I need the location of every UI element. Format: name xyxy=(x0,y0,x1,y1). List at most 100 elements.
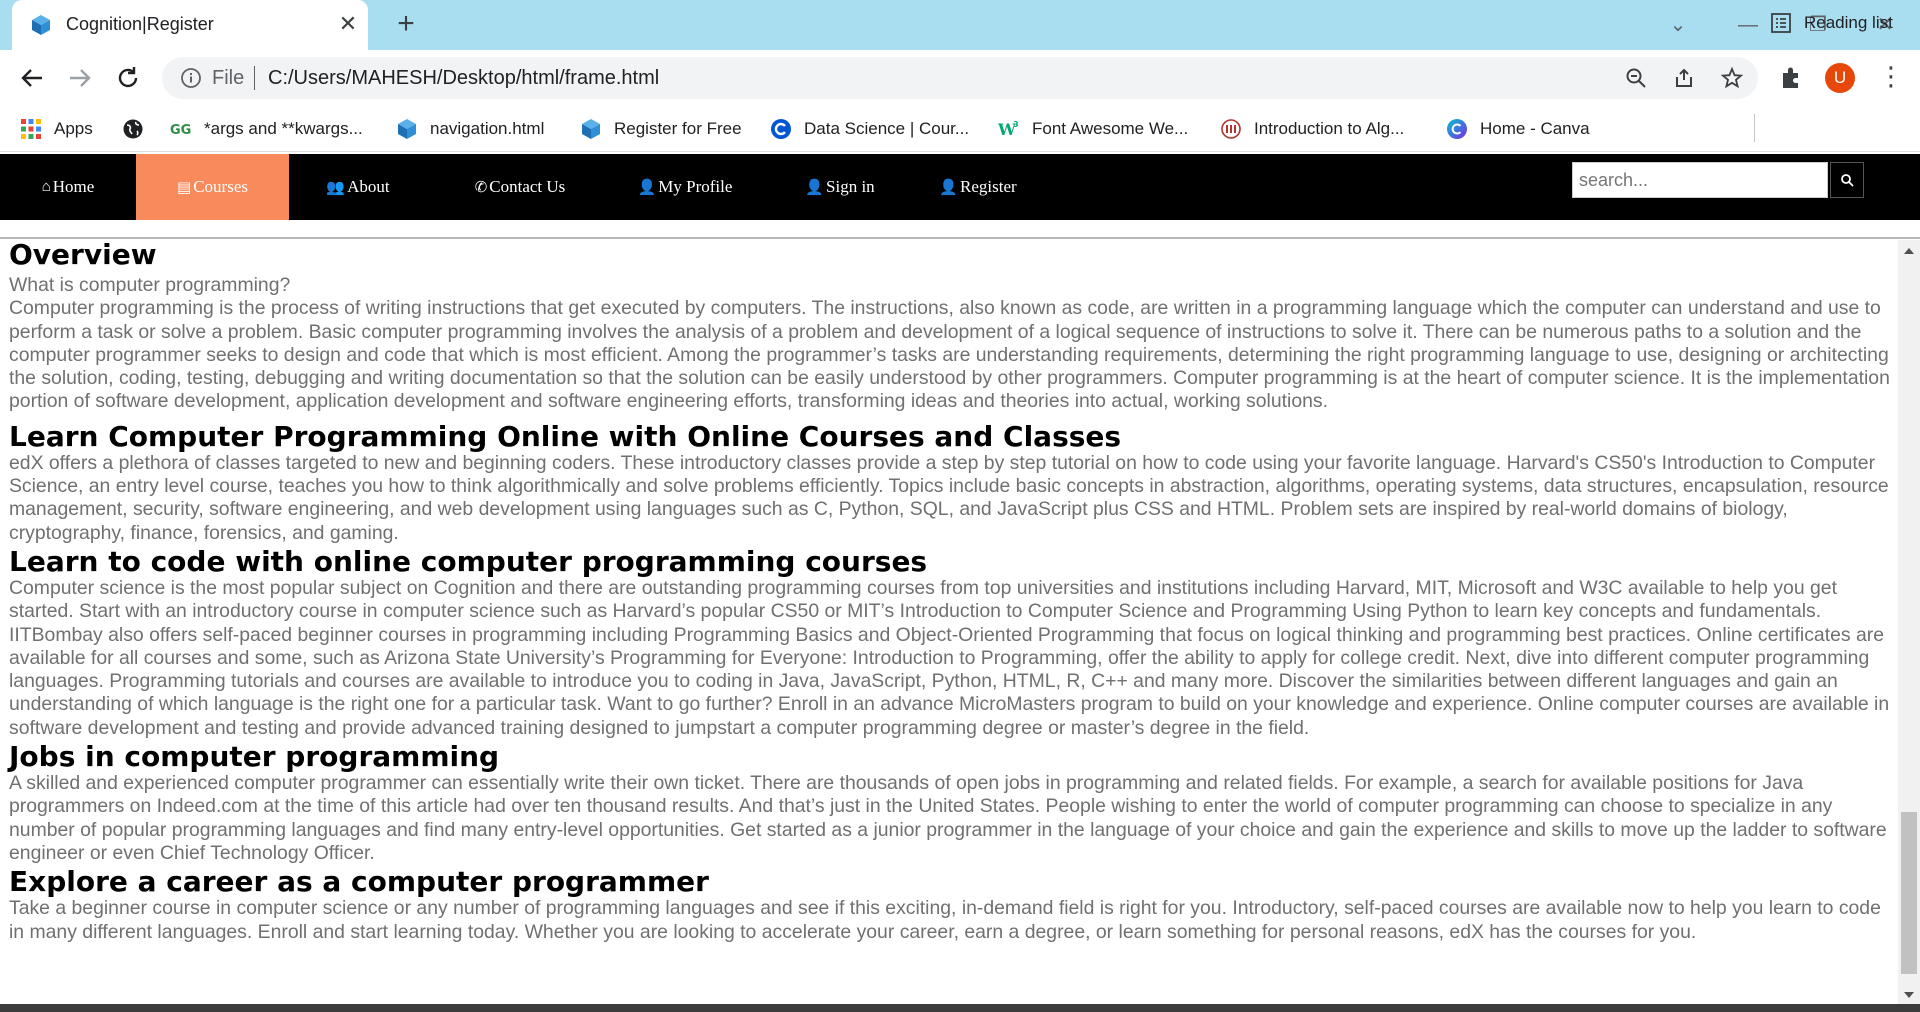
browser-menu-icon[interactable]: ⋮ xyxy=(1878,62,1904,94)
bookmark-navigation[interactable]: navigation.html xyxy=(396,114,544,144)
tab-search-icon[interactable]: ⌄ xyxy=(1663,10,1693,40)
nav-contact-label: Contact Us xyxy=(489,177,566,196)
share-icon[interactable] xyxy=(1672,66,1696,90)
bookmark-data-science[interactable]: Data Science | Cour... xyxy=(770,114,969,144)
nav-about[interactable]: 👥 About xyxy=(308,154,408,220)
section-heading: Learn Computer Programming Online with O… xyxy=(9,419,1122,453)
bookmark-label: *args and **kwargs... xyxy=(204,119,363,138)
overview-heading: Overview xyxy=(9,240,157,271)
overview-question: What is computer programming? xyxy=(9,274,291,296)
user-icon: 👤 xyxy=(939,179,959,196)
svg-text:GG: GG xyxy=(170,123,191,138)
arrow-left-icon xyxy=(21,69,42,87)
bookmark-register[interactable]: Register for Free xyxy=(580,114,742,144)
globe-icon xyxy=(122,118,144,140)
course-content: Overview What is computer programming? C… xyxy=(0,240,1898,1004)
url-text[interactable]: C:/Users/MAHESH/Desktop/html/frame.html xyxy=(268,67,659,90)
nav-register[interactable]: 👤 Register xyxy=(928,154,1028,220)
user-plus-icon: 👤 xyxy=(805,179,825,196)
bookmark-globe[interactable] xyxy=(122,114,156,144)
scroll-up-arrow[interactable] xyxy=(1904,248,1914,254)
bookmark-label: Apps xyxy=(54,119,93,138)
reload-button[interactable] xyxy=(110,60,146,96)
browser-toolbar: File C:/Users/MAHESH/Desktop/html/frame.… xyxy=(0,50,1920,106)
scroll-thumb[interactable] xyxy=(1901,812,1917,974)
new-tab-button[interactable]: + xyxy=(390,9,422,41)
w3schools-icon: W3 xyxy=(997,118,1020,140)
bookmark-label: navigation.html xyxy=(430,119,545,138)
nav-contact[interactable]: ✆ Contact Us xyxy=(450,154,590,220)
canva-icon xyxy=(1446,118,1468,140)
profile-avatar[interactable]: U xyxy=(1825,63,1855,93)
bookmark-apps[interactable]: Apps xyxy=(20,114,93,144)
nav-about-label: About xyxy=(347,177,390,196)
cube-icon xyxy=(580,118,602,140)
section-heading: Explore a career as a computer programme… xyxy=(9,865,709,899)
section-heading: Jobs in computer programming xyxy=(9,740,500,774)
star-icon[interactable] xyxy=(1720,66,1744,90)
taskbar-edge xyxy=(0,1004,1920,1012)
bookmark-args-kwargs[interactable]: GG *args and **kwargs... xyxy=(170,114,363,144)
info-icon[interactable] xyxy=(180,67,202,89)
home-icon: ⌂ xyxy=(41,178,51,195)
search-input[interactable] xyxy=(1572,162,1828,198)
bookmarks-divider xyxy=(1754,114,1755,142)
nav-home[interactable]: ⌂ Home xyxy=(18,154,118,220)
tab-strip: Cognition|Register ✕ + ⌄ — ❐ ✕ xyxy=(0,0,1920,51)
nav-courses[interactable]: ▤ Courses xyxy=(136,154,289,220)
close-tab-icon[interactable]: ✕ xyxy=(336,12,360,36)
browser-tab[interactable]: Cognition|Register ✕ xyxy=(12,0,368,51)
svg-text:3: 3 xyxy=(1013,120,1019,129)
scroll-down-arrow[interactable] xyxy=(1904,992,1914,998)
reading-list-button[interactable]: Reading list xyxy=(1770,8,1893,38)
page-scrollbar[interactable] xyxy=(1898,240,1920,1004)
nav-register-label: Register xyxy=(960,177,1017,196)
zoom-icon[interactable] xyxy=(1624,66,1648,90)
bookmark-label: Font Awesome We... xyxy=(1032,119,1189,138)
bookmark-label: Data Science | Cour... xyxy=(804,119,970,138)
bookmark-label: Home - Canva xyxy=(1480,119,1590,138)
cube-icon xyxy=(30,14,52,36)
bookmark-label: Introduction to Alg... xyxy=(1254,119,1405,138)
extensions-icon[interactable] xyxy=(1777,64,1805,92)
overview-paragraph: Computer programming is the process of w… xyxy=(9,297,1890,413)
header-divider xyxy=(0,237,1920,239)
reading-list-label: Reading list xyxy=(1804,13,1893,32)
users-icon: 👥 xyxy=(326,179,346,196)
cube-icon xyxy=(396,118,418,140)
nav-my-profile[interactable]: 👤 My Profile xyxy=(615,154,755,220)
address-bar[interactable]: File C:/Users/MAHESH/Desktop/html/frame.… xyxy=(162,57,1758,99)
section-paragraph: Take a beginner course in computer scien… xyxy=(9,897,1881,943)
back-button[interactable] xyxy=(14,60,50,96)
section-paragraph: edX offers a plethora of classes targete… xyxy=(9,451,1889,544)
bookmarks-bar: Apps GG *args and **kwargs... navigation… xyxy=(0,106,1920,152)
section-heading: Learn to code with online computer progr… xyxy=(9,544,928,578)
geeksforgeeks-icon: GG xyxy=(170,118,192,140)
tab-title: Cognition|Register xyxy=(66,14,214,34)
search-icon xyxy=(1841,174,1854,187)
section-paragraph: Computer science is the most popular sub… xyxy=(9,576,1890,739)
mit-icon xyxy=(1220,118,1242,140)
bookmark-label: Register for Free xyxy=(614,119,742,138)
nav-home-label: Home xyxy=(52,177,95,196)
site-navbar: ⌂ Home ▤ Courses 👥 About ✆ Contact Us 👤 … xyxy=(0,154,1920,220)
nav-courses-label: Courses xyxy=(193,177,248,196)
apps-grid-icon xyxy=(20,118,42,140)
arrow-right-icon xyxy=(70,69,91,87)
omnibox-divider xyxy=(254,66,255,90)
search-button[interactable] xyxy=(1830,162,1864,198)
nav-my-profile-label: My Profile xyxy=(658,177,733,196)
reading-list-icon xyxy=(1770,12,1792,34)
phone-icon: ✆ xyxy=(474,179,488,196)
user-icon: 👤 xyxy=(637,179,657,196)
coursera-icon xyxy=(770,118,792,140)
minimize-icon[interactable]: — xyxy=(1733,10,1763,40)
section-paragraph: A skilled and experienced computer progr… xyxy=(9,772,1887,864)
nav-sign-in-label: Sign in xyxy=(826,177,875,196)
forward-button[interactable] xyxy=(62,60,98,96)
nav-sign-in[interactable]: 👤 Sign in xyxy=(780,154,900,220)
reload-icon xyxy=(118,67,138,88)
bookmark-intro-algorithms[interactable]: Introduction to Alg... xyxy=(1220,114,1404,144)
bookmark-canva[interactable]: Home - Canva xyxy=(1446,114,1590,144)
bookmark-font-awesome[interactable]: W3 Font Awesome We... xyxy=(997,114,1189,144)
